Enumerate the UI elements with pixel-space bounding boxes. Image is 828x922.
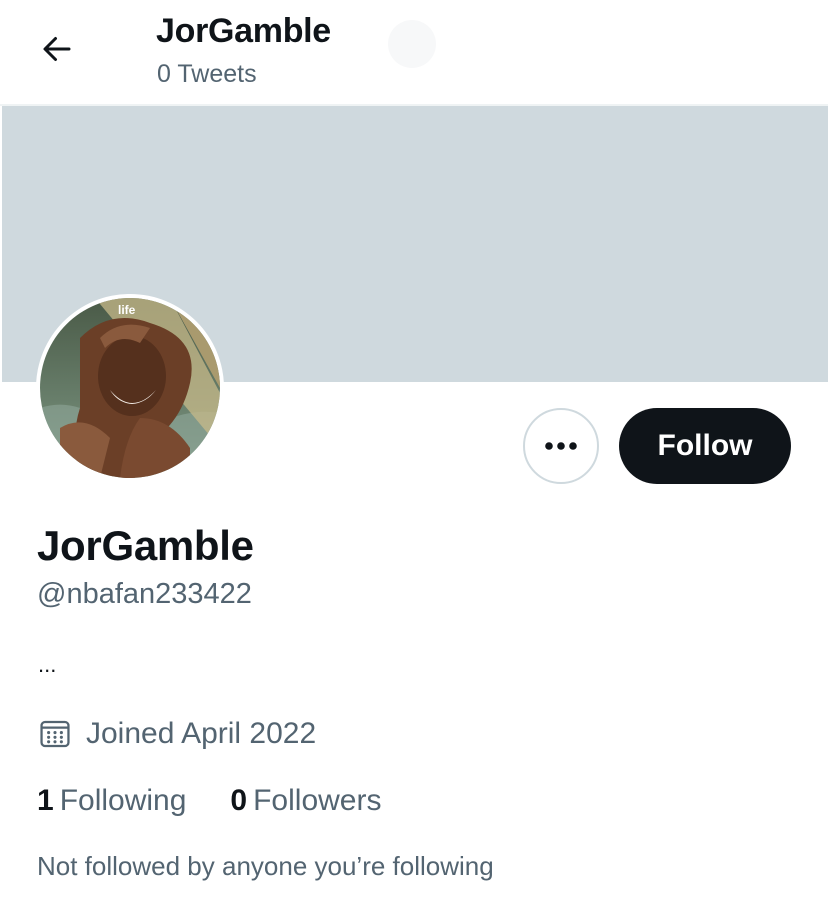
display-name: JorGamble [37,522,254,569]
followers-count: 0 [230,784,248,817]
avatar[interactable]: life [36,294,224,482]
joined-date: Joined April 2022 [38,714,316,754]
avatar-image: life [40,298,220,478]
following-count: 1 [37,784,54,817]
follow-button[interactable]: Follow [619,408,791,484]
tweet-count: 0 Tweets [157,60,257,88]
followers-link[interactable]: 0 Followers [230,784,381,818]
joined-text: Joined April 2022 [86,717,317,750]
user-handle: @nbafan233422 [37,578,252,610]
back-button[interactable] [30,26,84,72]
more-options-icon [545,442,577,450]
more-options-button[interactable] [523,408,599,484]
profile-bio: ... [38,652,57,677]
header-title: JorGamble [156,12,331,50]
arrow-left-icon [43,37,71,61]
followed-by-note: Not followed by anyone you’re following [37,851,494,881]
follow-stats: 1 Following 0 Followers [37,784,381,818]
calendar-icon [40,720,70,748]
followers-label: Followers [253,784,382,817]
header-decoration [388,20,436,68]
profile-header: JorGamble 0 Tweets [0,0,828,104]
following-label: Following [59,784,187,817]
avatar-caption: life [118,303,136,317]
following-link[interactable]: 1 Following [37,784,186,818]
